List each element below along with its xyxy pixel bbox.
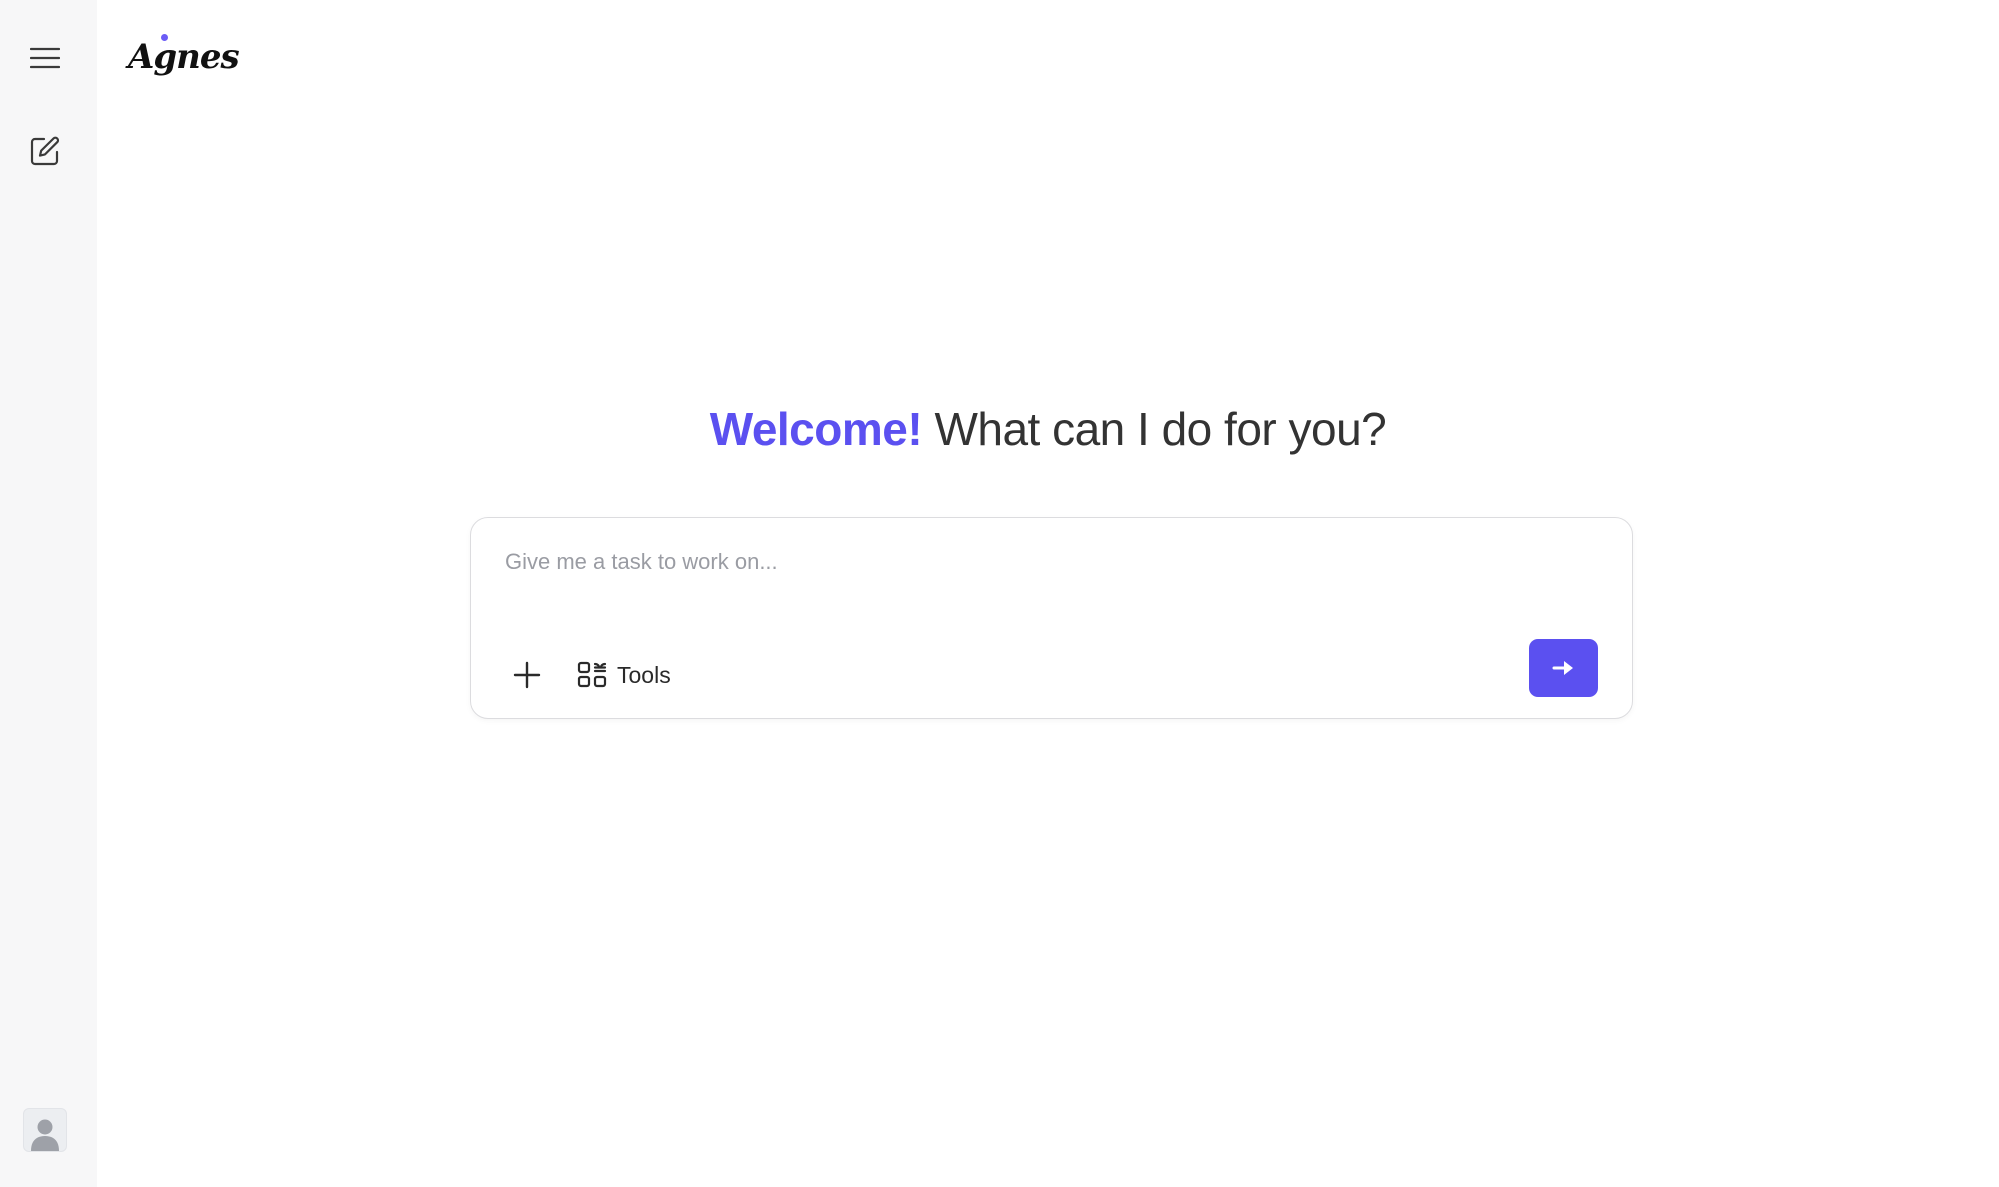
user-avatar-button[interactable] — [23, 1108, 67, 1152]
attach-button[interactable] — [509, 657, 545, 693]
logo-dot — [161, 34, 168, 41]
new-chat-button[interactable] — [23, 129, 67, 173]
user-avatar-icon — [31, 1119, 59, 1151]
arrow-right-icon — [1552, 661, 1573, 675]
sidebar — [0, 0, 97, 1187]
tools-icon — [577, 661, 607, 688]
welcome-accent: Welcome! — [709, 403, 923, 455]
brand-logo: Agnes — [128, 30, 240, 84]
plus-icon — [513, 661, 541, 689]
send-button[interactable] — [1529, 639, 1598, 697]
task-input[interactable] — [505, 542, 1585, 582]
tools-label: Tools — [617, 661, 671, 688]
app-root: Agnes Welcome! What can I do for you? To… — [0, 0, 1999, 1187]
compose-icon — [30, 136, 60, 166]
hamburger-menu-icon — [30, 47, 60, 69]
welcome-headline: Welcome! What can I do for you? — [97, 398, 1999, 460]
task-composer: Tools — [470, 517, 1633, 719]
welcome-question: What can I do for you? — [934, 403, 1387, 455]
logo-text: Agnes — [128, 37, 240, 77]
menu-button[interactable] — [23, 36, 67, 80]
tools-button[interactable]: Tools — [577, 656, 671, 694]
